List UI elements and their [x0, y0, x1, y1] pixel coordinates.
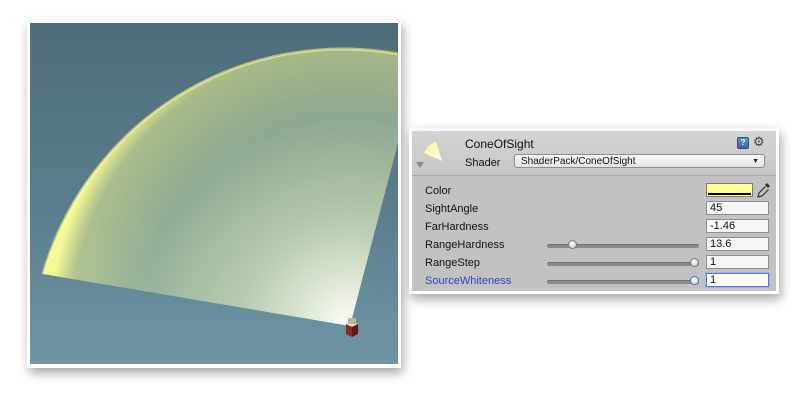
range-hardness-field[interactable]: 13.6 [706, 237, 769, 251]
help-book-icon[interactable]: ? [737, 137, 749, 149]
material-inspector-frame: ConeOfSight Shader ShaderPack/ConeOfSigh… [409, 128, 779, 294]
shader-label: Shader [465, 157, 501, 169]
shader-dropdown-value: ShaderPack/ConeOfSight [521, 156, 636, 167]
range-step-slider-thumb[interactable] [690, 258, 699, 267]
material-name: ConeOfSight [465, 137, 534, 151]
material-inspector: ConeOfSight Shader ShaderPack/ConeOfSigh… [412, 131, 776, 291]
color-label: Color [425, 185, 452, 197]
scene-view-frame [27, 20, 401, 368]
source-whiteness-slider-track[interactable] [547, 280, 699, 284]
color-alpha-bar [708, 193, 751, 195]
eyedropper-icon[interactable] [757, 182, 771, 198]
range-step-field[interactable]: 1 [706, 255, 769, 269]
material-thumbnail-icon [424, 142, 442, 161]
source-whiteness-slider-thumb[interactable] [690, 276, 699, 285]
far-hardness-label: FarHardness [425, 221, 489, 233]
color-swatch[interactable] [706, 183, 753, 197]
cone-of-sight-render [41, 47, 398, 337]
cone-sector [43, 49, 398, 326]
shader-dropdown[interactable]: ShaderPack/ConeOfSight ▼ [514, 154, 765, 168]
source-whiteness-field[interactable]: 1 [706, 273, 769, 287]
gear-icon[interactable]: ⚙ [753, 134, 765, 150]
sight-angle-field[interactable]: 45 [706, 201, 769, 215]
foldout-arrow-icon[interactable] [416, 162, 424, 168]
sight-angle-label: SightAngle [425, 203, 479, 215]
dropdown-arrow-icon: ▼ [752, 158, 759, 165]
range-hardness-label: RangeHardness [425, 239, 505, 251]
source-whiteness-label: SourceWhiteness [425, 275, 512, 287]
range-step-slider-track[interactable] [547, 262, 699, 266]
range-step-label: RangeStep [425, 257, 481, 269]
far-hardness-field[interactable]: -1.46 [706, 219, 769, 233]
scene-view[interactable] [30, 23, 398, 364]
material-header: ConeOfSight Shader ShaderPack/ConeOfSigh… [412, 131, 776, 176]
